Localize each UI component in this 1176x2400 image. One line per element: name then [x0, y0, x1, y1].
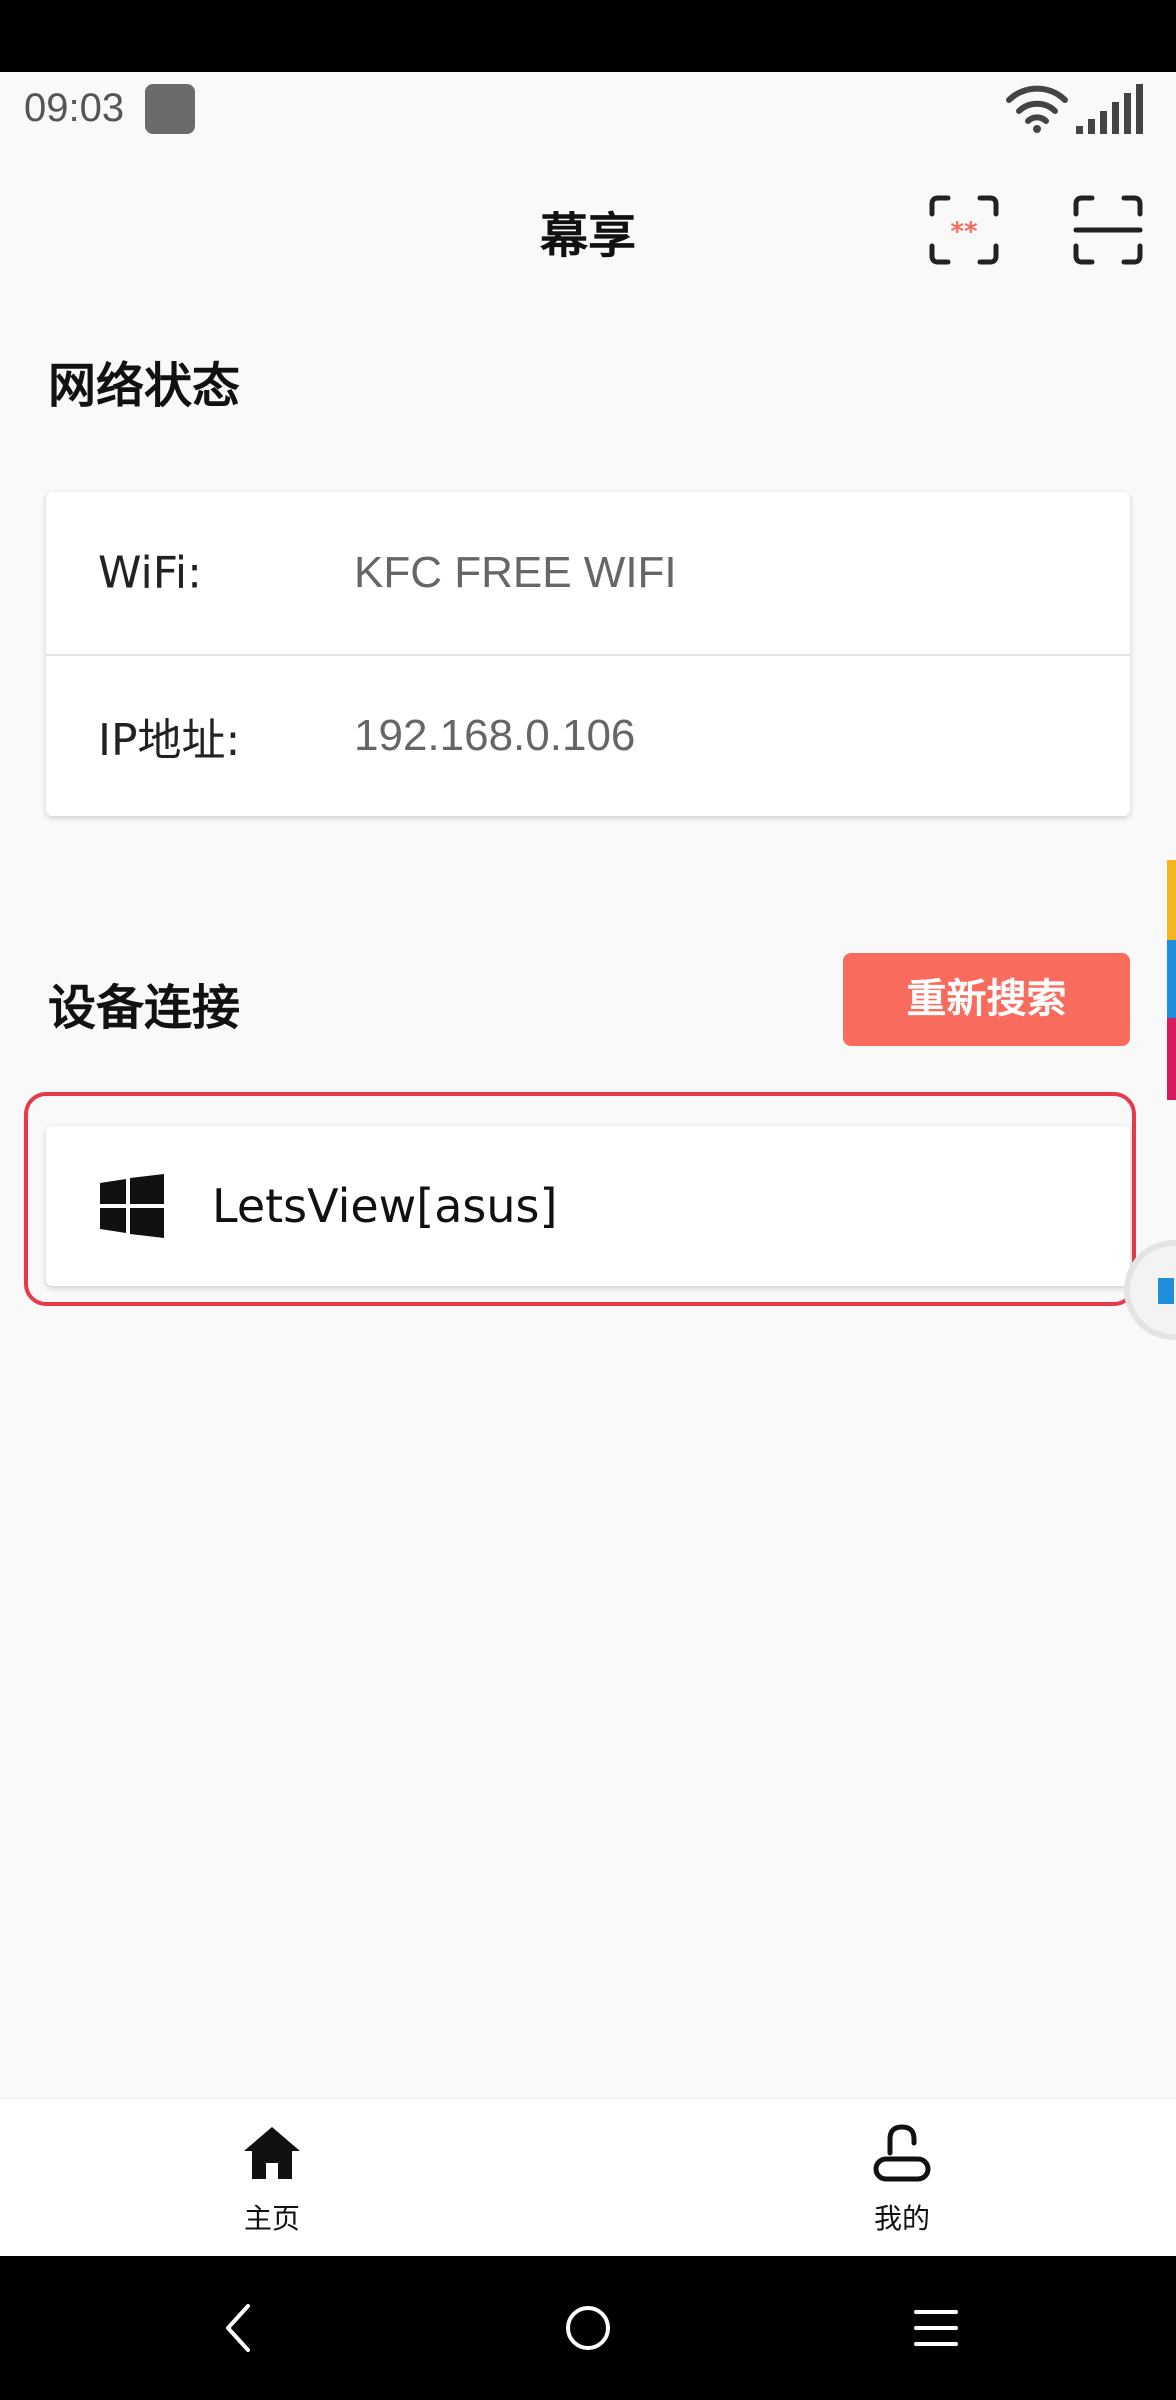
nav-item-home[interactable]: 主页	[192, 2123, 352, 2237]
device-name: LetsView[asus]	[212, 1179, 558, 1233]
status-time: 09:03	[24, 86, 125, 130]
nav-item-mine[interactable]: 我的	[822, 2123, 982, 2237]
user-icon	[873, 2124, 931, 2182]
screen: 09:03 幕享 ** 网络状态 WiFi: KFC FREE WIFI IP地…	[0, 0, 1176, 2400]
nav-label-mine: 我的	[873, 2202, 930, 2235]
scan-password-icon[interactable]: **	[928, 194, 1000, 266]
header: 幕享 **	[0, 146, 1176, 316]
nav-label-home: 主页	[243, 2202, 300, 2235]
floating-strip-yellow[interactable]	[1167, 860, 1176, 942]
device-item[interactable]: LetsView[asus]	[46, 1126, 1130, 1286]
app-notification-icon	[145, 84, 195, 134]
floating-strip-blue[interactable]	[1167, 940, 1176, 1022]
home-button-icon[interactable]	[552, 2292, 624, 2364]
top-bezel	[0, 0, 1176, 72]
network-section-title: 网络状态	[48, 358, 241, 414]
wifi-value: KFC FREE WIFI	[354, 548, 677, 597]
ip-label: IP地址:	[98, 715, 241, 766]
system-navigation-bar	[0, 2256, 1176, 2400]
device-section-title: 设备连接	[48, 980, 241, 1036]
wifi-row: WiFi: KFC FREE WIFI	[46, 492, 1130, 654]
menu-icon[interactable]	[900, 2292, 972, 2364]
status-bar: 09:03	[0, 72, 1176, 146]
floating-strip-pink[interactable]	[1167, 1018, 1176, 1100]
svg-text:**: **	[950, 217, 978, 247]
signal-icon	[1076, 84, 1143, 134]
ip-row: IP地址: 192.168.0.106	[46, 654, 1130, 816]
network-card: WiFi: KFC FREE WIFI IP地址: 192.168.0.106	[46, 492, 1130, 816]
floating-ball-icon	[1158, 1278, 1174, 1304]
wifi-label: WiFi:	[98, 547, 202, 599]
bottom-nav: 主页 我的	[0, 2098, 1176, 2256]
back-icon[interactable]	[204, 2292, 276, 2364]
research-button[interactable]: 重新搜索	[843, 953, 1130, 1046]
scan-icon[interactable]	[1072, 194, 1144, 266]
ip-value: 192.168.0.106	[354, 711, 636, 760]
home-icon	[244, 2127, 300, 2179]
wifi-icon	[1006, 85, 1068, 133]
windows-icon	[100, 1174, 164, 1238]
